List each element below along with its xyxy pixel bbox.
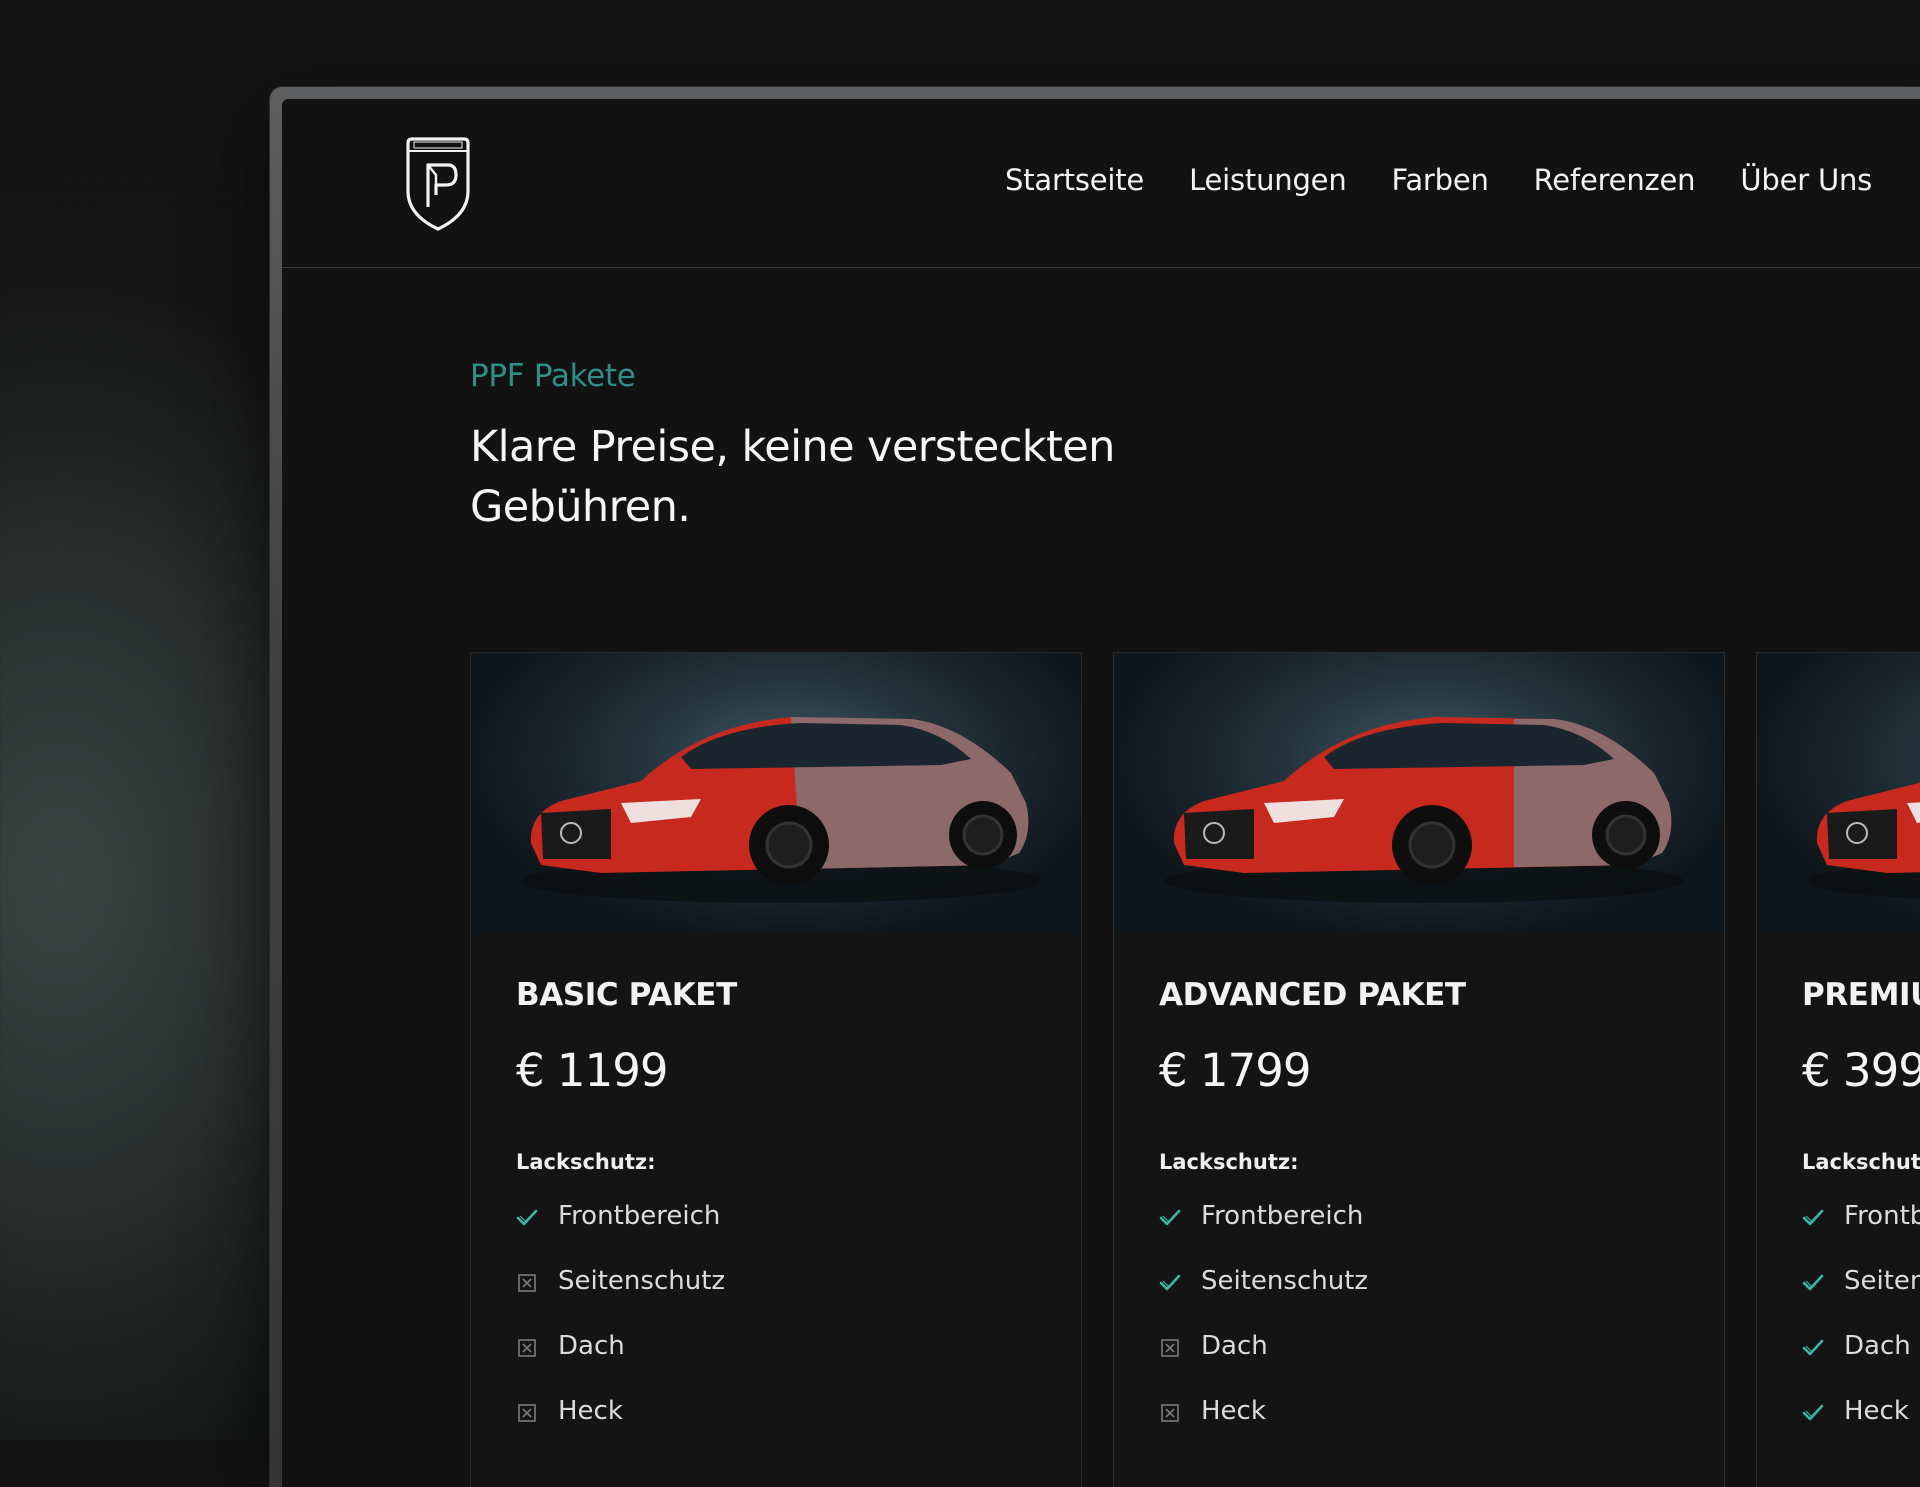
nav-startseite[interactable]: Startseite [1005, 163, 1144, 197]
feature-list: Frontbereich Seitenschutz Dach Heck [1159, 1201, 1368, 1461]
cross-box-icon [518, 1404, 536, 1422]
pricing-card-premium[interactable]: PREMIU € 399 Lackschut Frontb Seiten Dac… [1756, 652, 1920, 1487]
feature-item: Frontbereich [1159, 1201, 1368, 1266]
card-title: BASIC PAKET [516, 977, 737, 1013]
feature-item: Dach [1802, 1331, 1920, 1396]
check-icon [1159, 1274, 1181, 1291]
feature-item: Dach [516, 1331, 725, 1396]
feature-item: Heck [1159, 1396, 1368, 1461]
nav-referenzen[interactable]: Referenzen [1534, 163, 1696, 197]
device-frame: Startseite Leistungen Farben Referenzen … [270, 87, 1920, 1487]
nav-leistungen[interactable]: Leistungen [1189, 163, 1347, 197]
nav-farben[interactable]: Farben [1392, 163, 1489, 197]
main-nav: Startseite Leistungen Farben Referenzen … [1005, 163, 1872, 197]
feature-label: Dach [1201, 1331, 1268, 1361]
cross-box-icon [518, 1339, 536, 1357]
check-icon [1802, 1404, 1824, 1421]
cross-box-icon [518, 1274, 536, 1292]
feature-label: Seiten [1844, 1266, 1920, 1296]
site-header: Startseite Leistungen Farben Referenzen … [282, 99, 1920, 268]
check-icon [1802, 1209, 1824, 1226]
feature-item: Seitenschutz [516, 1266, 725, 1331]
nav-ueber-uns[interactable]: Über Uns [1740, 163, 1872, 197]
card-section-label: Lackschutz: [1159, 1150, 1299, 1174]
feature-label: Frontbereich [1201, 1201, 1364, 1231]
feature-item: Seiten [1802, 1266, 1920, 1331]
feature-label: Frontbereich [558, 1201, 721, 1231]
card-section-label: Lackschut [1802, 1150, 1920, 1174]
card-price: € 1199 [516, 1044, 668, 1097]
check-icon [1802, 1274, 1824, 1291]
feature-list: Frontb Seiten Dach Heck [1802, 1201, 1920, 1461]
feature-label: Heck [1844, 1396, 1909, 1426]
card-title: PREMIU [1802, 977, 1920, 1013]
shield-logo-icon [406, 137, 470, 231]
feature-item: Heck [516, 1396, 725, 1461]
feature-label: Heck [1201, 1396, 1266, 1426]
headline-line-1: Klare Preise, keine versteckten [470, 422, 1115, 472]
check-icon [1159, 1209, 1181, 1226]
car-image [471, 653, 1081, 933]
pricing-card-advanced[interactable]: ADVANCED PAKET € 1799 Lackschutz: Frontb… [1113, 652, 1725, 1487]
cross-box-icon [1161, 1339, 1179, 1357]
pricing-card-basic[interactable]: BASIC PAKET € 1199 Lackschutz: Frontbere… [470, 652, 1082, 1487]
feature-label: Seitenschutz [1201, 1266, 1369, 1296]
feature-label: Seitenschutz [558, 1266, 726, 1296]
car-illustration-icon [1807, 782, 1920, 900]
feature-item: Frontbereich [516, 1201, 725, 1266]
feature-label: Dach [1844, 1331, 1911, 1361]
cross-box-icon [1161, 1404, 1179, 1422]
section-eyebrow: PPF Pakete [470, 358, 636, 394]
car-image [1757, 653, 1920, 933]
feature-item: Dach [1159, 1331, 1368, 1396]
brand-logo[interactable] [402, 135, 474, 231]
check-icon [1802, 1339, 1824, 1356]
feature-label: Dach [558, 1331, 625, 1361]
card-title: ADVANCED PAKET [1159, 977, 1466, 1013]
feature-label: Heck [558, 1396, 623, 1426]
feature-item: Heck [1802, 1396, 1920, 1461]
check-icon [516, 1209, 538, 1226]
card-section-label: Lackschutz: [516, 1150, 656, 1174]
car-illustration-icon [1164, 717, 1684, 903]
pricing-cards: BASIC PAKET € 1199 Lackschutz: Frontbere… [470, 652, 1920, 1487]
car-image [1114, 653, 1724, 933]
card-price: € 1799 [1159, 1044, 1311, 1097]
feature-item: Seitenschutz [1159, 1266, 1368, 1331]
car-illustration-icon [521, 717, 1041, 903]
headline-line-2: Gebühren. [470, 482, 691, 532]
card-price: € 399 [1802, 1044, 1920, 1097]
feature-item: Frontb [1802, 1201, 1920, 1266]
feature-label: Frontb [1844, 1201, 1920, 1231]
section-headline: Klare Preise, keine versteckten Gebühren… [470, 417, 1170, 537]
feature-list: Frontbereich Seitenschutz Dach Heck [516, 1201, 725, 1461]
website-screen: Startseite Leistungen Farben Referenzen … [282, 99, 1920, 1487]
